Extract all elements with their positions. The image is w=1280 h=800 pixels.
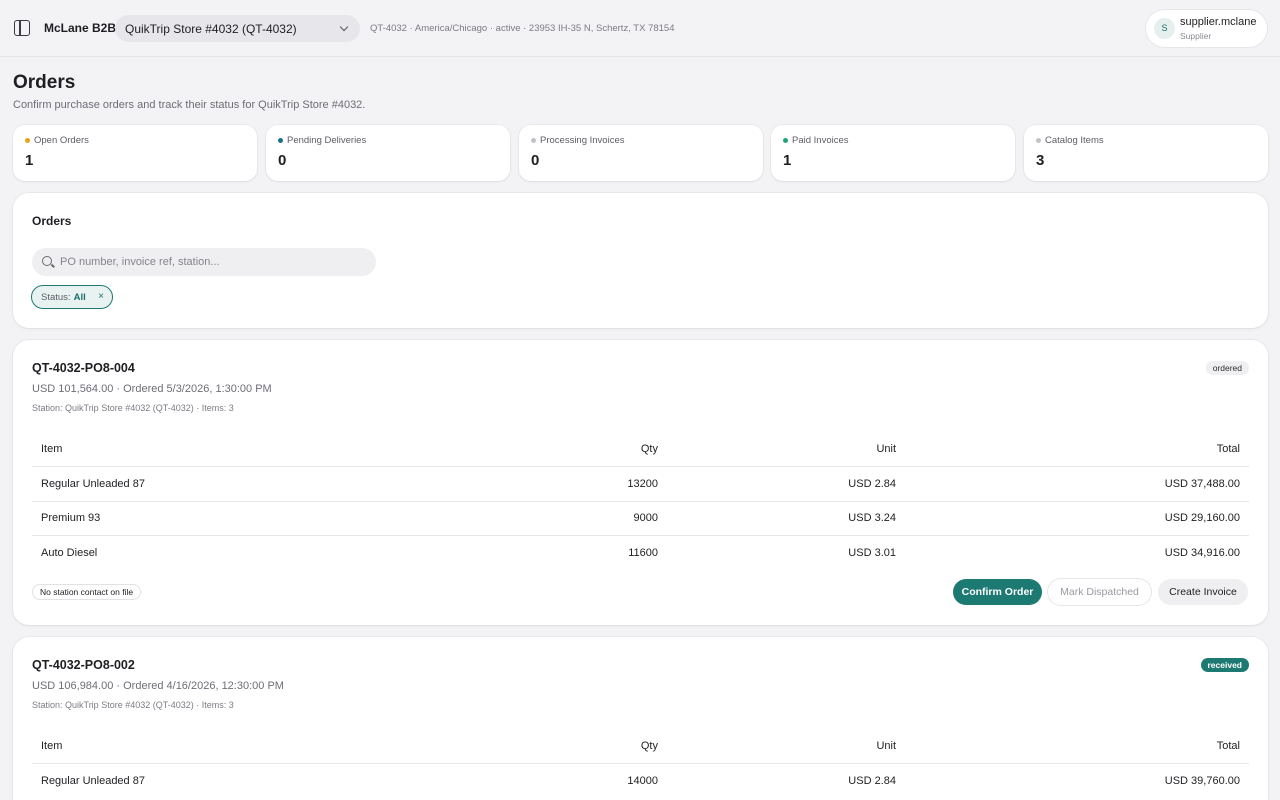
cell-unit: USD 3.24 <box>848 512 896 525</box>
table-row: Auto Diesel 11600 USD 3.01 USD 34,916.00 <box>32 536 1249 571</box>
orders-filter-card: Orders Status:All × <box>13 193 1268 328</box>
order-items-table: Item Qty Unit Total Regular Unleaded 87 … <box>32 729 1249 798</box>
table-row: Regular Unleaded 87 13200 USD 2.84 USD 3… <box>32 467 1249 501</box>
status-dot <box>783 138 788 143</box>
brand-name: McLane B2B <box>44 21 117 35</box>
order-card: QT-4032-PO8-002 USD 106,984.00 · Ordered… <box>13 637 1268 800</box>
order-summary: USD 106,984.00 · Ordered 4/16/2026, 12:3… <box>32 680 284 692</box>
cell-total: USD 29,160.00 <box>1164 512 1240 525</box>
cell-item: Premium 93 <box>41 512 101 525</box>
cell-qty: 14000 <box>627 775 658 787</box>
po-number: QT-4032-PO8-004 <box>32 361 135 375</box>
cell-item: Regular Unleaded 87 <box>41 477 145 490</box>
stat-label: Pending Deliveries <box>287 135 367 146</box>
stat-label: Processing Invoices <box>540 135 625 146</box>
store-selector-value: QuikTrip Store #4032 (QT-4032) <box>125 22 297 36</box>
cell-unit: USD 2.84 <box>848 477 896 490</box>
avatar: S <box>1154 18 1175 39</box>
confirm-order-button[interactable]: Confirm Order <box>953 579 1042 605</box>
stat-value: 1 <box>783 152 792 169</box>
stat-paid-invoices: Paid Invoices 1 <box>771 125 1015 181</box>
status-dot <box>278 138 283 143</box>
cell-total: USD 37,488.00 <box>1164 477 1240 490</box>
cell-total: USD 39,760.00 <box>1164 775 1240 787</box>
search-icon <box>42 256 52 266</box>
chevron-down-icon <box>339 22 349 32</box>
stat-value: 1 <box>25 152 34 169</box>
page-title: Orders <box>13 72 76 93</box>
table-row: Premium 93 9000 USD 3.24 USD 29,160.00 <box>32 501 1249 536</box>
contact-badge: No station contact on file <box>32 584 142 600</box>
store-meta: QT-4032 · America/Chicago · active · 239… <box>370 23 675 34</box>
stat-pending-deliveries: Pending Deliveries 0 <box>266 125 510 181</box>
col-header-total: Total <box>1216 740 1240 752</box>
status-filter-key: Status: <box>41 292 71 303</box>
col-header-unit: Unit <box>876 443 896 455</box>
stat-label: Paid Invoices <box>792 135 849 146</box>
create-invoice-button[interactable]: Create Invoice <box>1158 579 1248 605</box>
stats-row: Open Orders 1 Pending Deliveries 0 Proce… <box>13 125 1268 181</box>
cell-unit: USD 2.84 <box>848 775 896 787</box>
mark-dispatched-button[interactable]: Mark Dispatched <box>1048 579 1151 605</box>
cell-qty: 13200 <box>627 477 658 490</box>
cell-qty: 9000 <box>633 512 658 525</box>
user-role: Supplier <box>1180 31 1212 41</box>
table-header-row: Item Qty Unit Total <box>32 729 1249 764</box>
status-filter-value: All <box>73 292 86 303</box>
stat-catalog-items: Catalog Items 3 <box>1024 125 1268 181</box>
search-box <box>32 248 376 276</box>
user-menu[interactable]: S supplier.mclane Supplier <box>1146 10 1267 47</box>
stat-label: Open Orders <box>34 135 89 146</box>
filter-title: Orders <box>32 214 72 228</box>
order-summary: USD 101,564.00 · Ordered 5/3/2026, 1:30:… <box>32 383 272 395</box>
page-subtitle: Confirm purchase orders and track their … <box>13 99 366 111</box>
col-header-item: Item <box>41 740 63 752</box>
po-number: QT-4032-PO8-002 <box>32 658 135 672</box>
table-row: Regular Unleaded 87 14000 USD 2.84 USD 3… <box>32 764 1249 799</box>
cell-item: Auto Diesel <box>41 547 98 559</box>
cell-item: Regular Unleaded 87 <box>41 775 145 787</box>
col-header-qty: Qty <box>640 443 658 455</box>
stat-value: 0 <box>278 152 287 169</box>
table-header-row: Item Qty Unit Total <box>32 432 1249 467</box>
order-station: Station: QuikTrip Store #4032 (QT-4032) … <box>32 403 234 413</box>
status-filter-chip[interactable]: Status: All × <box>31 285 113 309</box>
status-dot <box>531 138 536 143</box>
col-header-unit: Unit <box>876 740 896 752</box>
status-badge: received <box>1200 658 1249 672</box>
cell-total: USD 34,916.00 <box>1164 547 1240 559</box>
cell-unit: USD 3.01 <box>848 547 896 559</box>
col-header-item: Item <box>41 443 63 455</box>
col-header-total: Total <box>1216 443 1240 455</box>
search-input[interactable] <box>60 248 370 276</box>
stat-label: Catalog Items <box>1045 135 1104 146</box>
stat-value: 3 <box>1036 152 1045 169</box>
order-items-table: Item Qty Unit Total Regular Unleaded 87 … <box>32 432 1249 570</box>
stat-open-orders: Open Orders 1 <box>13 125 257 181</box>
cell-qty: 11600 <box>628 547 658 559</box>
status-dot <box>25 138 30 143</box>
store-selector[interactable]: QuikTrip Store #4032 (QT-4032) <box>115 15 360 42</box>
user-name: supplier.mclane <box>1180 16 1257 28</box>
stat-processing-invoices: Processing Invoices 0 <box>519 125 763 181</box>
order-card: QT-4032-PO8-004 USD 101,564.00 · Ordered… <box>13 340 1268 625</box>
order-station: Station: QuikTrip Store #4032 (QT-4032) … <box>32 700 234 710</box>
stat-value: 0 <box>531 152 540 169</box>
col-header-qty: Qty <box>640 740 658 752</box>
status-badge: ordered <box>1205 361 1249 375</box>
close-icon[interactable]: × <box>98 291 104 302</box>
status-dot <box>1036 138 1041 143</box>
sidebar-toggle-icon[interactable] <box>14 20 30 36</box>
top-bar: McLane B2B QuikTrip Store #4032 (QT-4032… <box>0 0 1280 57</box>
